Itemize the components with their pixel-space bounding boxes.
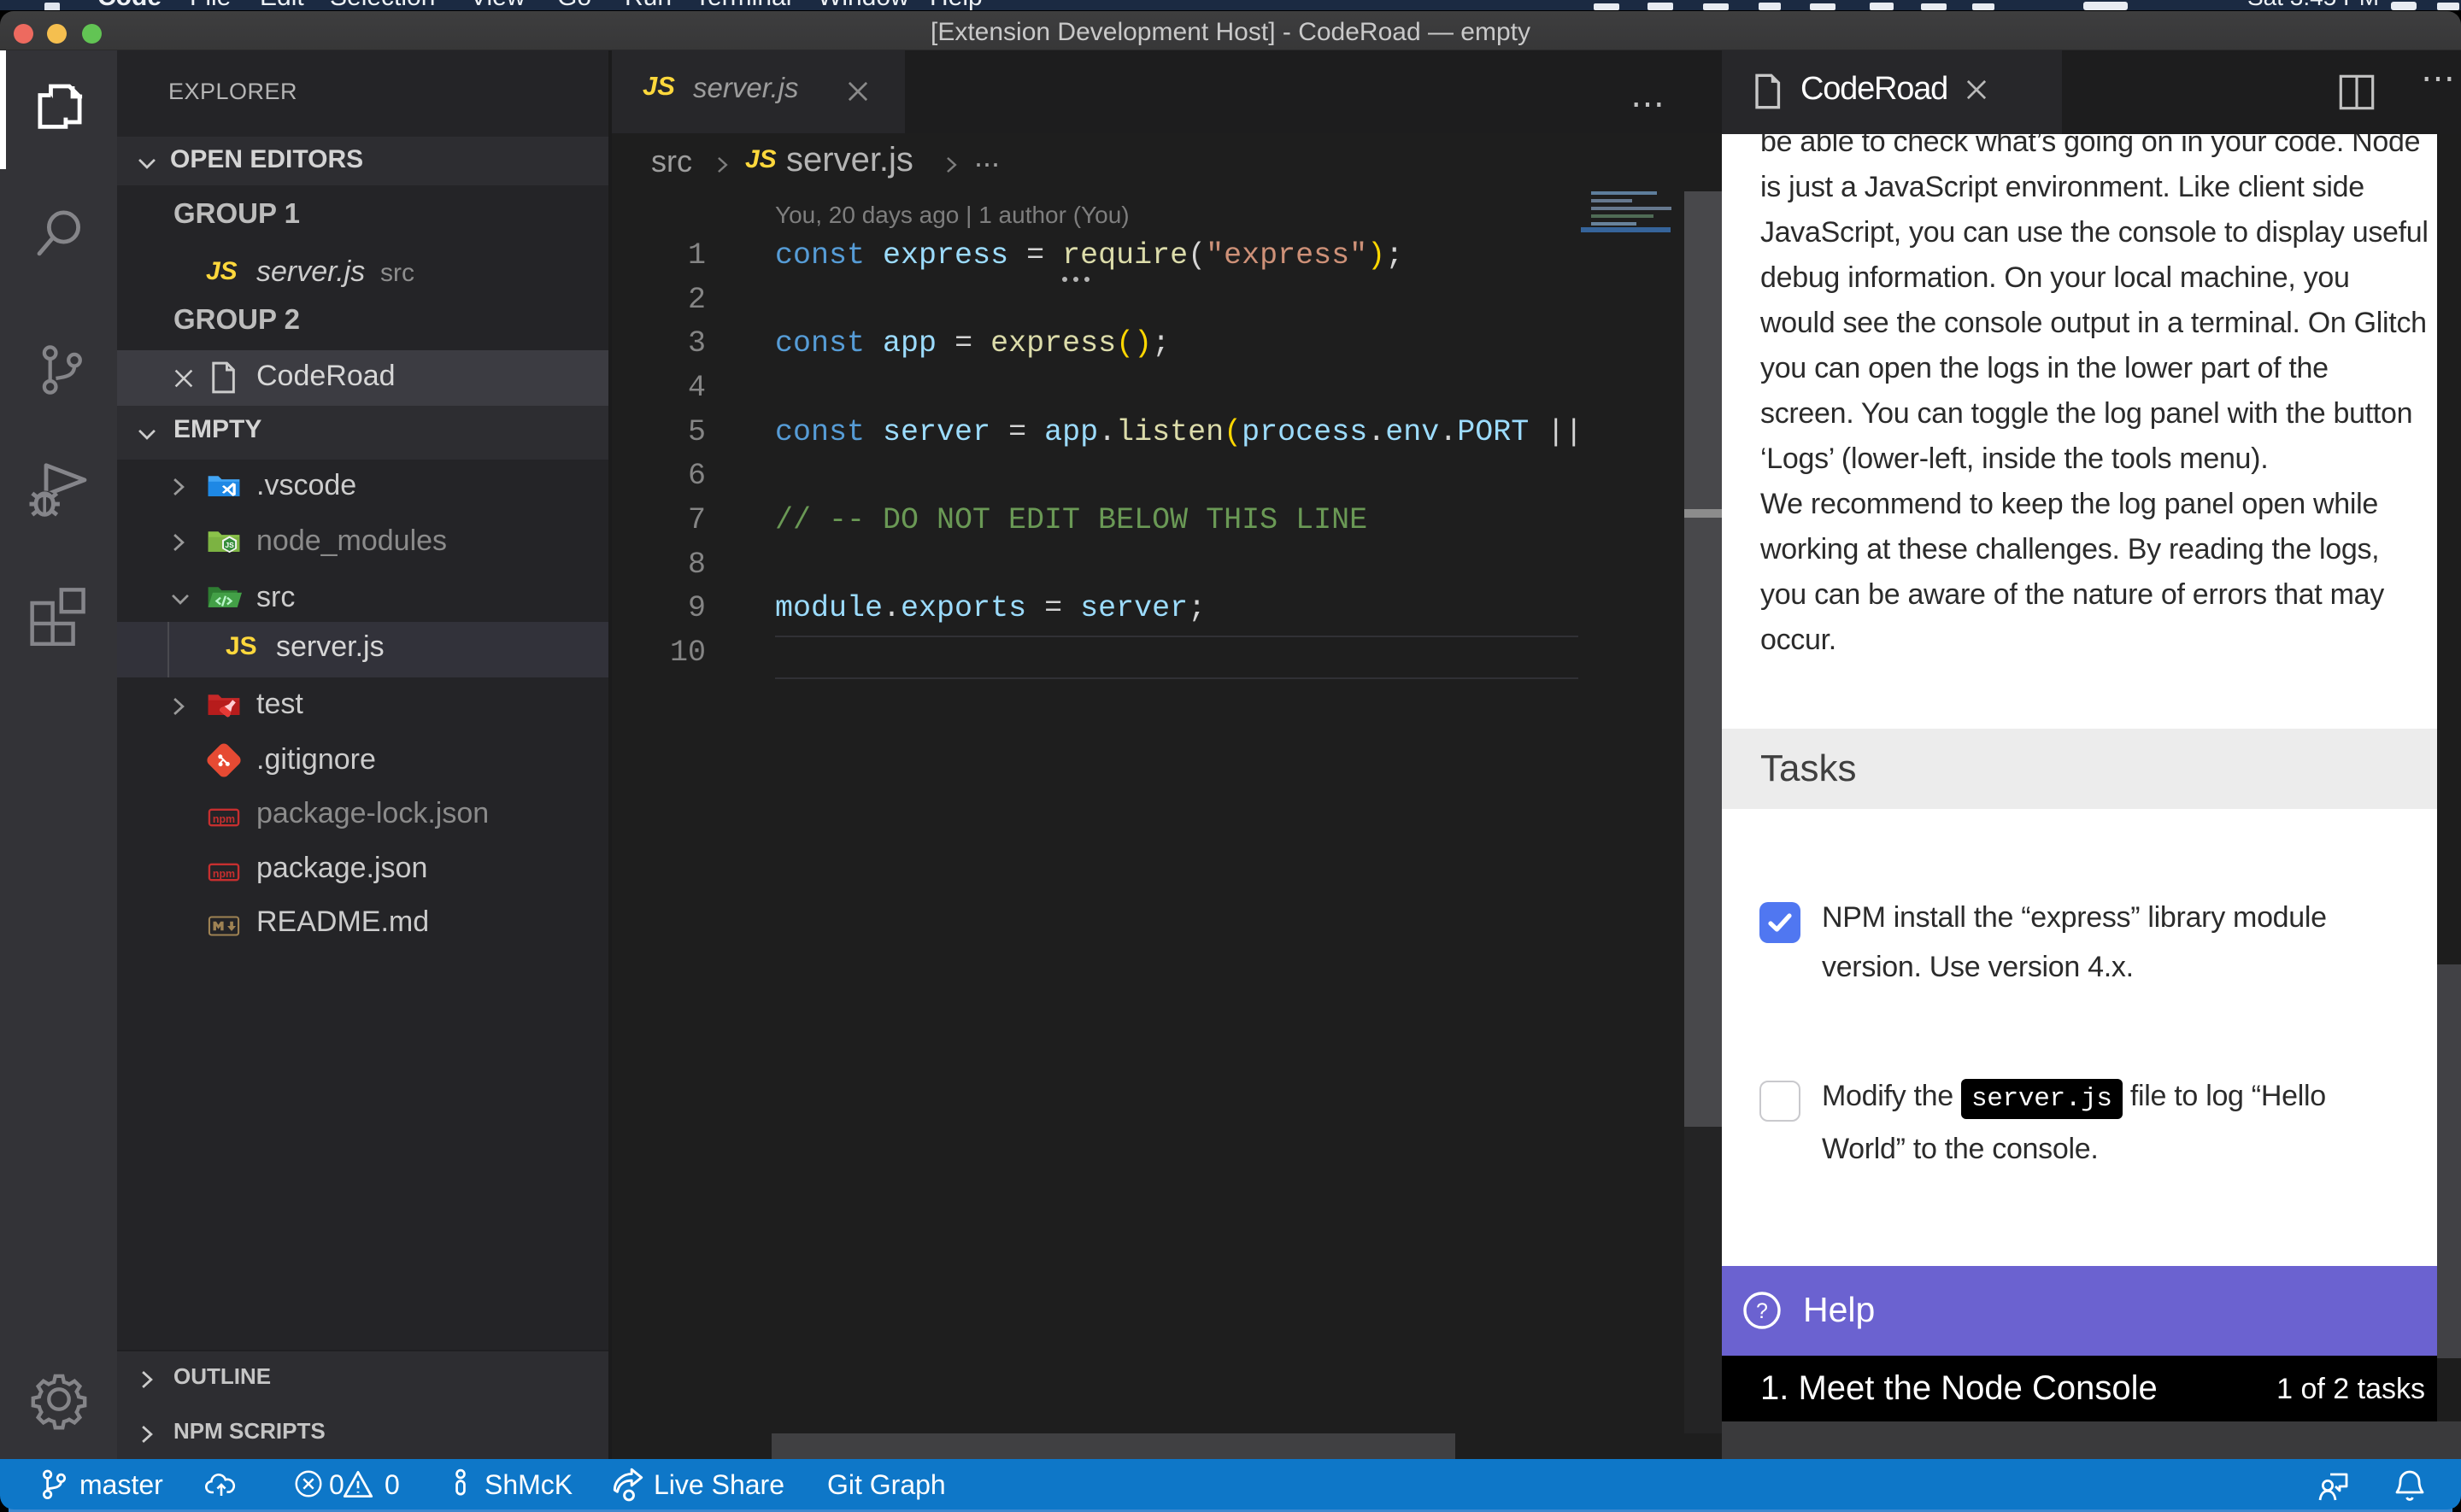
svg-text:npm: npm [213,868,235,880]
svg-text:?: ? [1756,1299,1768,1323]
svg-text:npm: npm [213,813,235,825]
svg-text:JS: JS [225,541,234,549]
